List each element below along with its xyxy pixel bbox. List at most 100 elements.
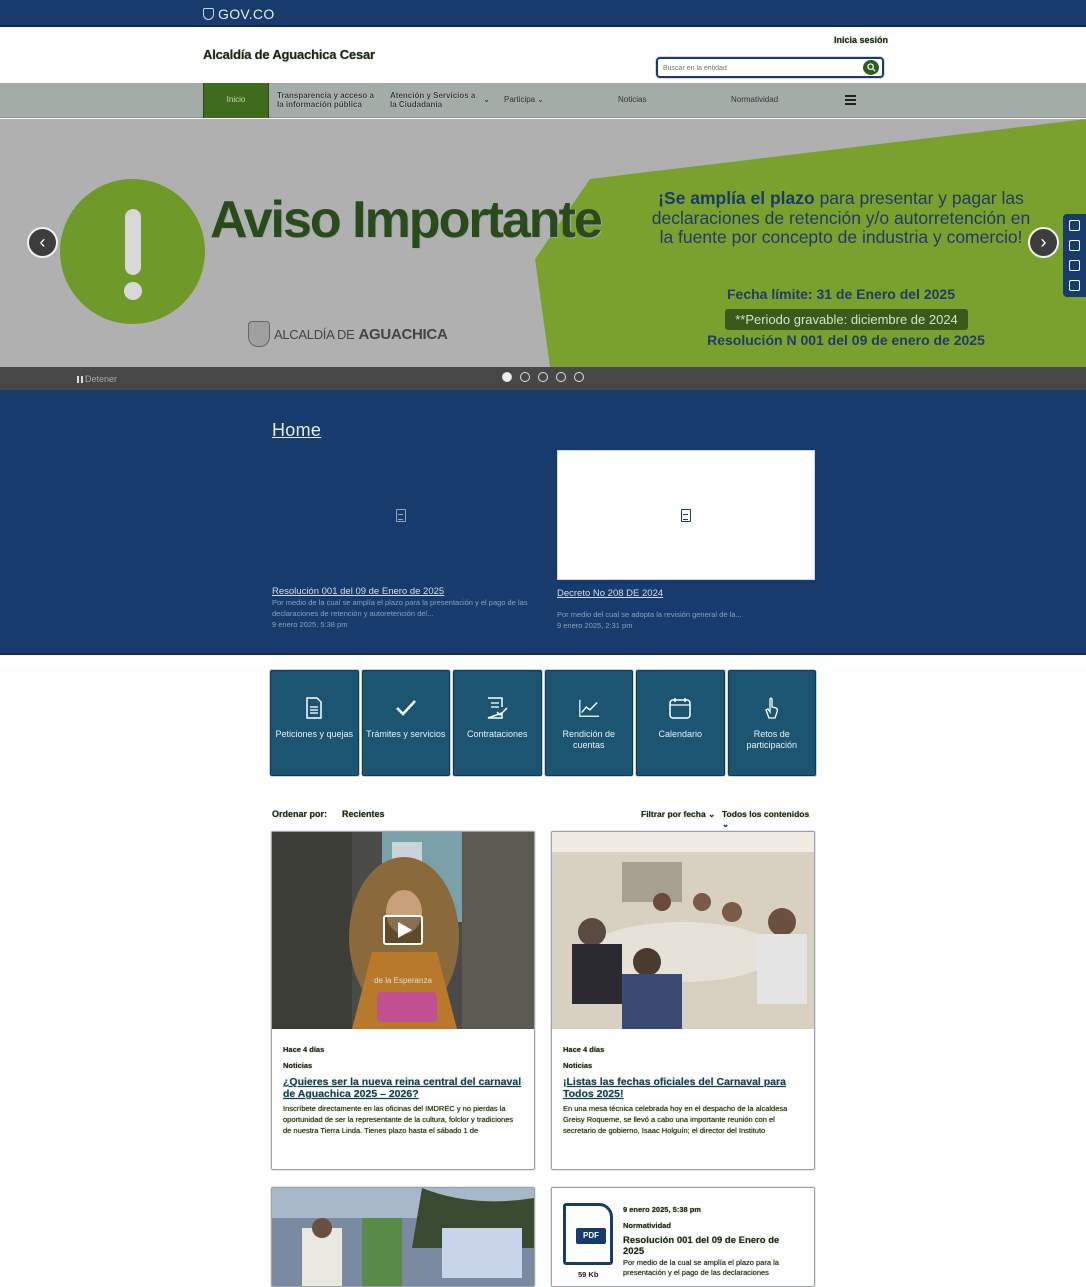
quick-link-tramites[interactable]: Trámites y servicios [361,670,450,776]
news-image-outdoor-event[interactable] [272,1188,534,1287]
nav-label: Noticias [618,95,647,105]
quick-link-rendicion[interactable]: Rendición de cuentas [544,670,633,776]
home-item-desc: Por medio del cual se adopta la revisión… [557,610,742,619]
exclamation-dot [124,282,142,300]
nav-item-atencion[interactable]: Atención y Servicios a la Ciudadanía ⌄ [390,83,490,118]
home-item-date: 9 enero 2025, 2:31 pm [557,621,633,630]
stop-label: Detener [85,374,118,384]
quick-link-retos[interactable]: Retos de participación [727,670,816,776]
chevron-down-icon: ⌄ [722,819,730,829]
news-card[interactable]: de la Esperanza Hace 4 días Noticias ¿Qu… [271,831,535,1170]
news-title[interactable]: ¿Quieres ser la nueva reina central del … [283,1076,523,1100]
banner-headline: Aviso Importante [210,191,603,249]
news-desc: Inscríbete directamente en las oficinas … [283,1104,514,1135]
news-card[interactable]: Hace 4 días Noticias ¡Listas las fechas … [551,831,815,1170]
search-input[interactable] [663,62,853,74]
carousel-dot-5[interactable] [574,372,584,382]
text-size-icon[interactable] [1069,240,1080,252]
filter-content-label: Todos los contenidos [722,809,810,819]
news-category[interactable]: Noticias [563,1061,592,1070]
nav-item-noticias[interactable]: Noticias [618,83,668,118]
chevron-left-icon: ‹ [39,232,46,252]
alcaldia-logo: ALCALDÍA DE AGUACHICA [248,321,448,347]
filter-date-select[interactable]: Filtrar por fecha ⌄ [641,809,715,820]
main-nav: Inicio Transparencia y acceso a la infor… [0,83,1086,118]
nav-label: Transparencia y acceso a la información … [277,91,374,109]
document-category[interactable]: Normatividad [623,1221,671,1230]
gov-co-bar: GOV.CO [0,0,1086,27]
play-video-button[interactable] [383,915,423,945]
quick-link-label: Retos de participación [746,729,798,750]
login-link[interactable]: Inicia sesión [834,35,888,45]
filter-content-select[interactable]: Todos los contenidos ⌄ [722,809,816,830]
banner-deadline: Fecha límite: 31 de Enero del 2025 [727,286,955,302]
document-thumbnail[interactable] [272,451,529,579]
carousel-stop-button[interactable]: Detener [77,374,117,384]
contract-icon [486,697,508,719]
font-icon[interactable] [1069,259,1080,271]
gov-co-text: GOV.CO [218,6,275,22]
news-category[interactable]: Noticias [283,1061,312,1070]
chart-icon [578,697,600,719]
home-item-title[interactable]: Resolución 001 del 09 de Enero de 2025 [272,586,444,597]
news-title[interactable]: ¡Listas las fechas oficiales del Carnava… [563,1076,803,1100]
search-icon [866,63,876,72]
contrast-icon[interactable] [1069,220,1080,232]
quick-link-label: Rendición de cuentas [562,729,616,750]
quick-links: Peticiones y quejas Trámites y servicios… [270,670,816,776]
gov-shield-icon [203,8,214,20]
gov-co-logo[interactable]: GOV.CO [203,6,275,22]
site-title[interactable]: Alcaldía de Aguachica Cesar [203,47,375,62]
nav-item-inicio[interactable]: Inicio [203,83,269,118]
site-header: Alcaldía de Aguachica Cesar Inicia sesió… [0,29,1086,83]
hand-icon [761,697,783,719]
quick-link-label: Calendario [658,729,703,739]
news-card[interactable] [271,1187,535,1287]
check-icon [395,697,417,719]
document-thumbnail[interactable] [557,450,815,580]
quick-link-calendario[interactable]: Calendario [636,670,725,776]
document-card[interactable]: PDF 59 Kb 9 enero 2025, 5:38 pm Normativ… [551,1187,815,1287]
carousel-dot-4[interactable] [556,372,566,382]
sort-select[interactable]: Recientes [342,809,385,819]
home-item-title[interactable]: Decreto No 208 DE 2024 [557,588,663,599]
hero-carousel: Aviso Importante ALCALDÍA DE AGUACHICA ¡… [0,119,1086,367]
carousel-dots [502,372,584,382]
document-title[interactable]: Resolución 001 del 09 de Enero de 2025 [623,1235,803,1257]
news-image-meeting[interactable] [552,832,814,1029]
quick-link-contrataciones[interactable]: Contrataciones [453,670,542,776]
exclamation-bar [125,209,141,275]
sort-bar: Ordenar por: Recientes Filtrar por fecha… [272,809,816,829]
carousel-dot-1[interactable] [502,372,512,382]
sign-language-icon[interactable] [1069,279,1080,291]
carousel-next-button[interactable]: › [1028,227,1059,258]
menu-hamburger-icon[interactable] [845,95,856,105]
search-box [656,57,884,78]
home-item-desc: Por medio de la cual se amplía el plazo … [272,598,528,618]
coat-of-arms-icon [248,321,270,347]
sort-label: Ordenar por: [272,809,328,819]
nav-label: Participa [504,95,536,105]
quick-link-peticiones[interactable]: Peticiones y quejas [270,670,359,776]
carousel-dot-2[interactable] [520,372,530,382]
nav-item-normatividad[interactable]: Normatividad [731,83,791,118]
chevron-right-icon: › [1040,232,1047,252]
home-title[interactable]: Home [272,420,321,441]
nav-item-participa[interactable]: Participa ⌄ [504,83,564,118]
filter-date-label: Filtrar por fecha [641,809,706,819]
image-overlay-text: de la Esperanza [374,976,432,985]
nav-item-transparencia[interactable]: Transparencia y acceso a la información … [277,83,377,118]
document-date: 9 enero 2025, 5:38 pm [623,1205,701,1214]
quick-link-label: Trámites y servicios [366,729,446,739]
carousel-prev-button[interactable]: ‹ [27,227,58,258]
banner-resolucion: Resolución N 001 del 09 de enero de 2025 [707,332,985,348]
calendar-icon [669,697,691,719]
nav-label: Atención y Servicios a la Ciudadanía [390,91,476,109]
carousel-dot-3[interactable] [538,372,548,382]
document-icon [681,508,691,522]
document-icon [303,697,325,719]
quick-link-label: Peticiones y quejas [275,729,354,739]
search-button[interactable] [863,60,879,75]
news-time: Hace 4 días [563,1045,605,1054]
nav-label: Normatividad [731,95,779,105]
